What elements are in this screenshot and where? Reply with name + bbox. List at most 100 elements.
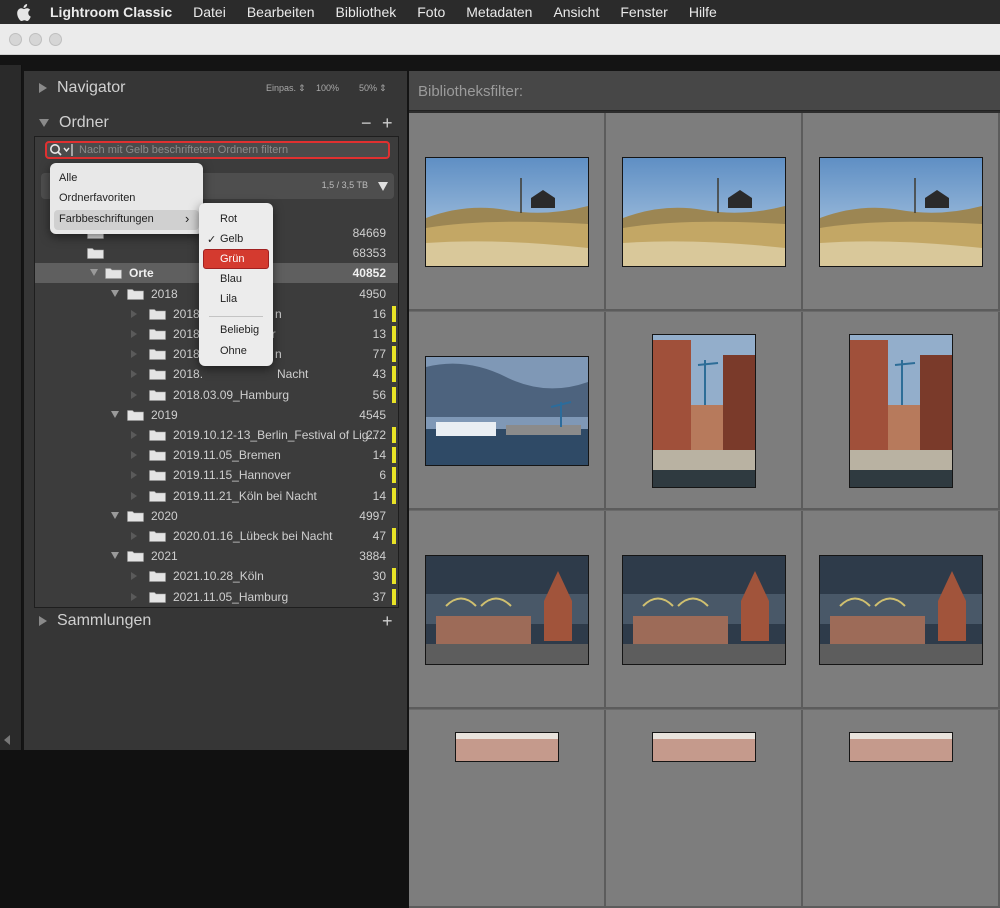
volume-menu-triangle-icon[interactable]: [378, 182, 388, 191]
grid-cell[interactable]: [409, 710, 606, 908]
expand-triangle-icon[interactable]: [131, 491, 137, 500]
collapse-triangle-icon[interactable]: [111, 511, 119, 519]
photo-thumbnail[interactable]: [652, 334, 756, 488]
library-filter-label[interactable]: Bibliotheksfilter:: [418, 83, 523, 100]
photo-thumbnail[interactable]: [425, 356, 589, 466]
zoom-fit-option[interactable]: Einpas. ⇕: [266, 73, 306, 103]
folder-name-tail: n: [275, 347, 282, 362]
search-icon[interactable]: [49, 143, 77, 157]
close-window-button[interactable]: [9, 33, 22, 46]
yellow-label-indicator: [392, 568, 396, 585]
photo-thumbnail[interactable]: [819, 555, 983, 665]
apple-icon[interactable]: [16, 0, 38, 24]
menu-item-farbbeschriftungen[interactable]: Farbbeschriftungen: [59, 213, 154, 225]
folder-row[interactable]: 2021.11.05_Hamburg 37: [35, 587, 398, 607]
photo-thumbnail[interactable]: [652, 732, 756, 762]
folder-name: Orte: [129, 266, 154, 281]
photo-thumbnail[interactable]: [425, 157, 589, 267]
add-folder-icon[interactable]: +: [382, 108, 393, 138]
expand-triangle-icon[interactable]: [131, 451, 137, 460]
grid-cell[interactable]: [803, 710, 1000, 908]
expand-triangle-icon[interactable]: [131, 532, 137, 540]
grid-cell[interactable]: [606, 511, 803, 709]
menu-item-gruen[interactable]: Grün: [220, 253, 244, 265]
menu-item-beliebig[interactable]: Beliebig: [220, 324, 259, 336]
grid-cell[interactable]: [409, 312, 606, 510]
folder-row[interactable]: 2019.11.15_Hannover 6: [35, 465, 398, 485]
menu-datei[interactable]: Datei: [193, 4, 226, 20]
folder-row[interactable]: 2019.10.12-13_Berlin_Festival of Lig... 2…: [35, 425, 398, 445]
menu-item-ohne[interactable]: Ohne: [220, 345, 247, 357]
folder-row[interactable]: 2019 4545: [35, 405, 398, 425]
left-panel-toggle-strip[interactable]: [0, 65, 22, 750]
folder-row[interactable]: 2019.11.21_Köln bei Nacht 14: [35, 486, 398, 506]
grid-cell[interactable]: [803, 312, 1000, 510]
expand-triangle-icon[interactable]: [131, 370, 137, 379]
folder-row[interactable]: 2020.01.16_Lübeck bei Nacht 47: [35, 526, 398, 546]
collapse-triangle-icon[interactable]: [90, 269, 98, 277]
menu-ansicht[interactable]: Ansicht: [553, 4, 599, 20]
expand-triangle-icon[interactable]: [131, 431, 137, 439]
grid-cell[interactable]: [409, 113, 606, 311]
remove-folder-icon[interactable]: −: [361, 108, 372, 138]
menu-metadaten[interactable]: Metadaten: [466, 4, 532, 20]
menu-item-gelb[interactable]: Gelb: [220, 233, 243, 245]
photo-thumbnail[interactable]: [819, 157, 983, 267]
folder-row[interactable]: 2021.10.28_Köln 30: [35, 566, 398, 586]
expand-triangle-icon[interactable]: [131, 350, 137, 359]
folder-row[interactable]: 2018. Nacht 43: [35, 364, 398, 384]
menu-bibliothek[interactable]: Bibliothek: [336, 4, 397, 20]
minimize-window-button[interactable]: [29, 33, 42, 46]
menu-bearbeiten[interactable]: Bearbeiten: [247, 4, 315, 20]
zoom-100-option[interactable]: 100%: [316, 73, 339, 103]
menu-item-blau[interactable]: Blau: [220, 273, 242, 285]
menu-item-rot[interactable]: Rot: [220, 213, 237, 225]
menu-app-name[interactable]: Lightroom Classic: [50, 4, 172, 20]
photo-thumbnail[interactable]: [455, 732, 559, 762]
collapse-triangle-icon[interactable]: [111, 410, 119, 418]
menu-foto[interactable]: Foto: [417, 4, 445, 20]
menu-item-lila[interactable]: Lila: [220, 293, 237, 305]
navigator-header[interactable]: Navigator: [32, 73, 402, 103]
folder-row[interactable]: 2021 3884: [35, 546, 398, 566]
photo-thumbnail[interactable]: [622, 157, 786, 267]
expand-triangle-icon[interactable]: [131, 592, 137, 601]
menu-item-alle[interactable]: Alle: [59, 172, 77, 184]
grid-cell[interactable]: [606, 312, 803, 510]
expand-triangle-icon[interactable]: [131, 471, 137, 480]
grid-cell[interactable]: [409, 511, 606, 709]
folder-row[interactable]: 2019.11.05_Bremen 14: [35, 445, 398, 465]
folder-count: 84669: [352, 226, 386, 240]
photo-thumbnail[interactable]: [849, 334, 953, 488]
yellow-label-indicator: [392, 386, 396, 403]
zoom-50-option[interactable]: 50% ⇕: [359, 73, 387, 103]
collapse-triangle-icon[interactable]: [111, 552, 119, 560]
grid-cell[interactable]: [606, 113, 803, 311]
collapse-arrow-icon[interactable]: [4, 735, 10, 745]
grid-cell[interactable]: [803, 511, 1000, 709]
grid-cell[interactable]: [606, 710, 803, 908]
photo-thumbnail[interactable]: [849, 732, 953, 762]
sammlungen-header[interactable]: Sammlungen: [32, 606, 402, 636]
menu-item-ordnerfavoriten[interactable]: Ordnerfavoriten: [59, 192, 135, 204]
yellow-label-indicator: [392, 528, 396, 544]
expand-triangle-icon[interactable]: [131, 572, 137, 581]
menu-hilfe[interactable]: Hilfe: [689, 4, 717, 20]
ordner-header[interactable]: Ordner: [32, 108, 402, 138]
collapse-triangle-icon[interactable]: [111, 289, 119, 297]
folder-filter-menu: Alle Ordnerfavoriten Farbbeschriftungen …: [50, 163, 203, 234]
menu-fenster[interactable]: Fenster: [620, 4, 667, 20]
photo-thumbnail[interactable]: [622, 555, 786, 665]
grid-cell[interactable]: [803, 113, 1000, 311]
folder-row[interactable]: 2020 4997: [35, 506, 398, 526]
folder-search-field[interactable]: Nach mit Gelb beschrifteten Ordnern filt…: [45, 141, 390, 159]
photo-thumbnail[interactable]: [425, 555, 589, 665]
expand-triangle-icon[interactable]: [131, 330, 137, 338]
zoom-window-button[interactable]: [49, 33, 62, 46]
add-collection-icon[interactable]: +: [382, 606, 393, 636]
folder-icon: [149, 308, 166, 320]
expand-triangle-icon[interactable]: [131, 390, 137, 399]
folder-row[interactable]: 2018.03.09_Hamburg 56: [35, 385, 398, 405]
expand-triangle-icon[interactable]: [131, 309, 137, 318]
checkmark-icon: ✓: [207, 234, 217, 246]
